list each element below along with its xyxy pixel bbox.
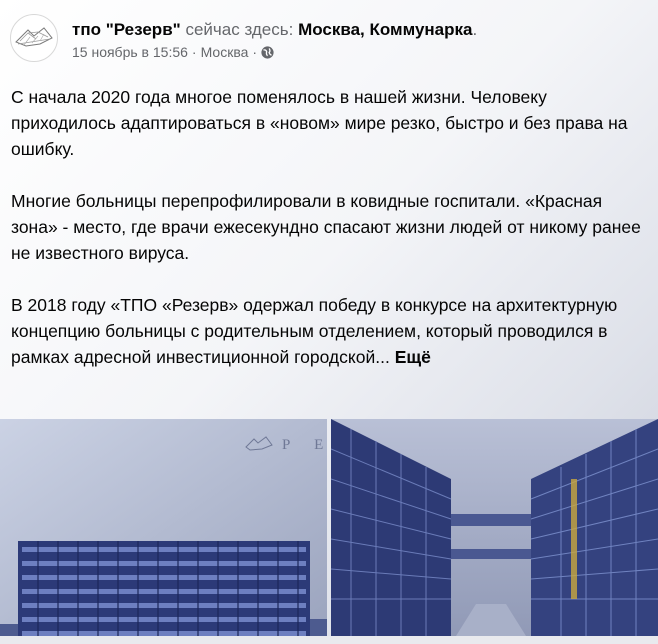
location-suffix: . <box>472 20 478 39</box>
see-more-link[interactable]: Ещё <box>395 347 431 367</box>
header-text: тпо "Резерв" сейчас здесь: Москва, Комму… <box>72 20 477 60</box>
post-body: С начала 2020 года многое поменялось в н… <box>11 84 651 370</box>
watermark-text: Р Е <box>282 437 327 453</box>
hospital-facade-photo[interactable]: Р Е <box>0 419 327 644</box>
reserv-logo-icon <box>15 27 53 47</box>
hospital-facade-illustration: Р Е <box>0 419 327 644</box>
post-header: тпо "Резерв" сейчас здесь: Москва, Комму… <box>10 14 477 62</box>
post-paragraph: С начала 2020 года многое поменялось в н… <box>11 87 628 159</box>
page-avatar[interactable] <box>10 14 58 62</box>
hospital-courtyard-photo[interactable] <box>331 419 658 644</box>
post-paragraph-text: В 2018 году «ТПО «Резерв» одержал победу… <box>11 295 618 367</box>
post-city[interactable]: Москва <box>201 44 249 60</box>
post-paragraph: Многие больницы перепрофилировали в кови… <box>11 191 641 263</box>
location-link[interactable]: Москва, Коммунарка <box>298 20 472 39</box>
meta-separator: · <box>191 44 197 60</box>
globe-icon[interactable] <box>261 45 274 59</box>
hospital-courtyard-illustration <box>331 419 658 644</box>
header-title-line: тпо "Резерв" сейчас здесь: Москва, Комму… <box>72 20 477 40</box>
post-bottom-edge <box>0 636 658 644</box>
facebook-post: тпо "Резерв" сейчас здесь: Москва, Комму… <box>0 0 658 644</box>
post-meta: 15 ноябрь в 15:56 · Москва · <box>72 44 477 60</box>
meta-separator: · <box>252 44 258 60</box>
post-images: Р Е <box>0 419 658 644</box>
checkin-prefix: сейчас здесь: <box>185 20 294 39</box>
post-paragraph: В 2018 году «ТПО «Резерв» одержал победу… <box>11 292 651 370</box>
post-timestamp[interactable]: 15 ноябрь в 15:56 <box>72 44 188 60</box>
author-name[interactable]: тпо "Резерв" <box>72 20 181 39</box>
